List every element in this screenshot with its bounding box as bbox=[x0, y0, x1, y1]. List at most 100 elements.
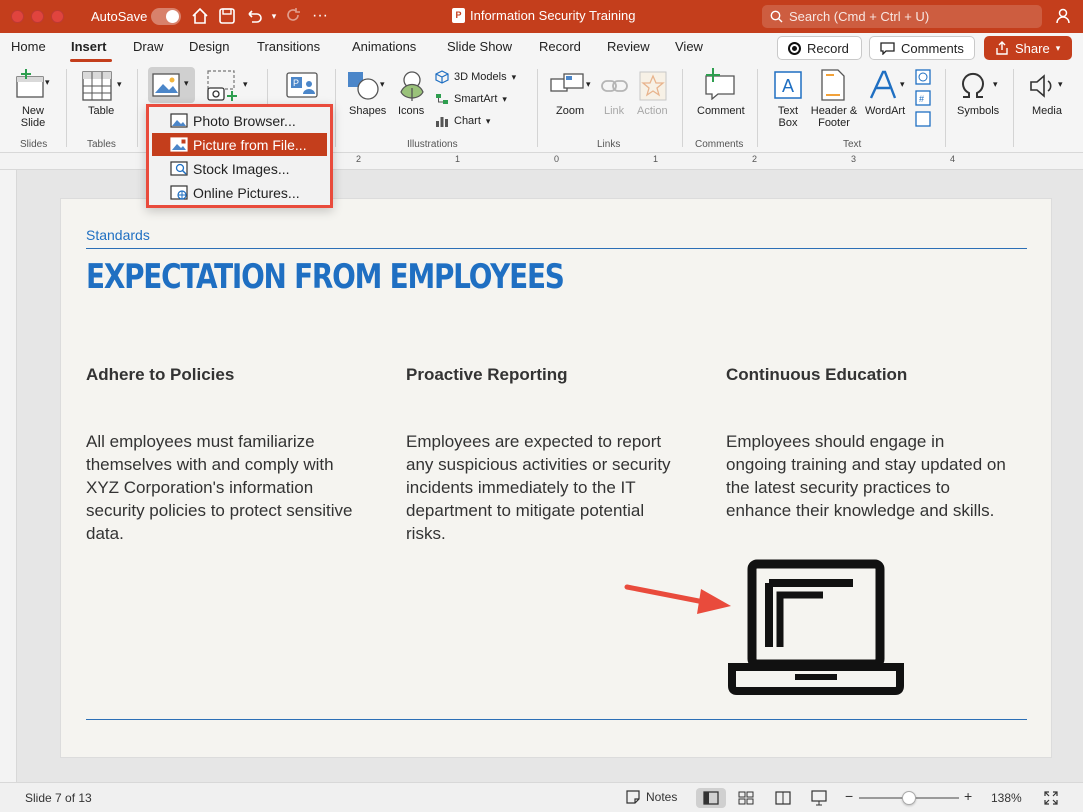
zoom-slider-thumb[interactable] bbox=[902, 791, 916, 805]
tab-record[interactable]: Record bbox=[539, 39, 581, 54]
column-3-body[interactable]: Employees should engage in ongoing train… bbox=[726, 430, 1006, 522]
save-icon[interactable] bbox=[217, 6, 237, 26]
menu-item-stock-images[interactable]: Stock Images... bbox=[152, 157, 327, 180]
wordart-icon[interactable] bbox=[868, 69, 898, 101]
close-window-button[interactable] bbox=[11, 10, 24, 23]
pictures-button[interactable]: ▾ bbox=[148, 67, 195, 103]
column-2-heading[interactable]: Proactive Reporting bbox=[406, 365, 568, 385]
tab-transitions[interactable]: Transitions bbox=[257, 39, 320, 54]
3d-cube-icon bbox=[435, 70, 449, 84]
slide-title[interactable]: EXPECTATION FROM EMPLOYEES bbox=[86, 257, 565, 297]
cameo-icon[interactable]: P bbox=[286, 72, 318, 98]
share-person-icon[interactable] bbox=[1053, 6, 1073, 26]
icons-button[interactable]: Icons bbox=[398, 105, 424, 117]
slide-eyebrow[interactable]: Standards bbox=[86, 227, 150, 243]
more-icon[interactable]: ··· bbox=[310, 6, 330, 26]
shapes-icon[interactable] bbox=[347, 70, 379, 102]
icons-icon[interactable] bbox=[397, 70, 427, 102]
zoom-percentage[interactable]: 138% bbox=[991, 791, 1022, 805]
column-1-body[interactable]: All employees must familiarize themselve… bbox=[86, 430, 356, 545]
bottom-divider-line bbox=[86, 719, 1027, 720]
column-3-heading[interactable]: Continuous Education bbox=[726, 365, 907, 385]
autosave-label: AutoSave bbox=[91, 9, 148, 24]
slide-sorter-icon[interactable] bbox=[738, 791, 754, 805]
zoom-slide-icon[interactable] bbox=[550, 73, 584, 99]
search-placeholder: Search (Cmd + Ctrl + U) bbox=[789, 9, 930, 24]
reading-view-icon[interactable] bbox=[775, 791, 791, 805]
search-box[interactable]: Search (Cmd + Ctrl + U) bbox=[762, 5, 1042, 28]
slideshow-view-icon[interactable] bbox=[811, 790, 827, 806]
chart-button[interactable]: Chart ▾ bbox=[435, 114, 490, 128]
tab-draw[interactable]: Draw bbox=[133, 39, 163, 54]
undo-icon[interactable] bbox=[244, 6, 264, 26]
laptop-icon[interactable] bbox=[727, 559, 905, 697]
symbols-chevron-icon[interactable]: ▾ bbox=[993, 78, 998, 90]
omega-symbol-icon[interactable] bbox=[958, 71, 988, 101]
text-box-button[interactable]: Text Box bbox=[772, 105, 804, 129]
home-icon[interactable] bbox=[190, 6, 210, 26]
header-footer-button[interactable]: Header & Footer bbox=[808, 105, 860, 129]
top-divider-line bbox=[86, 248, 1027, 249]
minimize-window-button[interactable] bbox=[31, 10, 44, 23]
tab-design[interactable]: Design bbox=[189, 39, 229, 54]
tab-home[interactable]: Home bbox=[11, 39, 46, 54]
smartart-icon bbox=[436, 94, 448, 104]
tab-view[interactable]: View bbox=[675, 39, 703, 54]
comments-button[interactable]: Comments bbox=[869, 36, 975, 60]
symbols-button[interactable]: Symbols bbox=[957, 105, 999, 117]
new-slide-chevron-icon[interactable]: ▾ bbox=[45, 76, 50, 88]
shapes-button[interactable]: Shapes bbox=[349, 105, 386, 117]
column-2-body[interactable]: Employees are expected to report any sus… bbox=[406, 430, 678, 545]
annotation-arrow bbox=[624, 584, 731, 614]
wordart-chevron-icon[interactable]: ▾ bbox=[900, 78, 905, 90]
speaker-media-icon[interactable] bbox=[1028, 71, 1058, 101]
normal-view-button[interactable] bbox=[696, 788, 726, 808]
tab-animations[interactable]: Animations bbox=[352, 39, 416, 54]
zoom-window-button[interactable] bbox=[51, 10, 64, 23]
ribbon-tab-bar: Home Insert Draw Design Transitions Anim… bbox=[0, 33, 1083, 63]
media-chevron-icon[interactable]: ▾ bbox=[1058, 78, 1063, 90]
zoom-button[interactable]: Zoom bbox=[556, 105, 584, 117]
comment-button[interactable]: Comment bbox=[697, 105, 745, 117]
smartart-button[interactable]: SmartArt ▾ bbox=[435, 92, 507, 106]
autosave-toggle[interactable] bbox=[151, 8, 181, 25]
tab-insert[interactable]: Insert bbox=[71, 39, 106, 54]
notes-button[interactable]: Notes bbox=[626, 790, 677, 804]
title-bar: AutoSave ▾ ··· P Information Security Tr… bbox=[0, 0, 1083, 33]
record-button[interactable]: Record bbox=[777, 36, 862, 60]
header-footer-icon[interactable] bbox=[820, 69, 846, 101]
text-extras-icons[interactable]: # bbox=[915, 69, 931, 127]
tab-review[interactable]: Review bbox=[607, 39, 650, 54]
text-box-icon[interactable]: A bbox=[772, 69, 804, 101]
menu-item-picture-from-file[interactable]: Picture from File... bbox=[152, 133, 327, 156]
zoom-slider-track[interactable] bbox=[859, 791, 959, 805]
table-button[interactable]: Table bbox=[88, 105, 114, 117]
screenshot-chevron-icon[interactable]: ▾ bbox=[243, 78, 248, 90]
comment-bubble-icon bbox=[880, 41, 895, 55]
undo-dropdown-icon[interactable]: ▾ bbox=[264, 6, 284, 26]
wordart-button[interactable]: WordArt bbox=[865, 105, 905, 117]
table-icon[interactable] bbox=[82, 71, 112, 101]
menu-item-photo-browser[interactable]: Photo Browser... bbox=[152, 109, 327, 132]
comments-label: Comments bbox=[901, 40, 964, 56]
slide-canvas[interactable]: Standards EXPECTATION FROM EMPLOYEES Adh… bbox=[61, 199, 1051, 757]
column-1-heading[interactable]: Adhere to Policies bbox=[86, 365, 234, 385]
screenshot-icon[interactable] bbox=[205, 69, 241, 103]
tab-slide-show[interactable]: Slide Show bbox=[447, 39, 512, 54]
shapes-chevron-icon[interactable]: ▾ bbox=[380, 78, 385, 90]
share-button[interactable]: Share ▾ bbox=[984, 36, 1072, 60]
table-chevron-icon[interactable]: ▾ bbox=[117, 78, 122, 90]
zoom-chevron-icon[interactable]: ▾ bbox=[586, 78, 591, 90]
chart-chevron-icon: ▾ bbox=[485, 116, 491, 126]
new-comment-icon[interactable] bbox=[702, 68, 736, 100]
new-slide-button[interactable]: New Slide bbox=[14, 105, 52, 129]
redo-icon[interactable] bbox=[283, 6, 303, 26]
zoom-in-button[interactable]: + bbox=[964, 788, 972, 804]
zoom-out-button[interactable]: − bbox=[845, 788, 853, 804]
menu-item-online-pictures[interactable]: Online Pictures... bbox=[152, 181, 327, 204]
share-chevron-icon[interactable]: ▾ bbox=[1056, 43, 1061, 54]
fit-to-window-icon[interactable] bbox=[1044, 791, 1058, 805]
media-button[interactable]: Media bbox=[1032, 105, 1062, 117]
3d-models-button[interactable]: 3D Models ▾ bbox=[435, 70, 516, 84]
3d-models-chevron-icon: ▾ bbox=[511, 72, 517, 82]
